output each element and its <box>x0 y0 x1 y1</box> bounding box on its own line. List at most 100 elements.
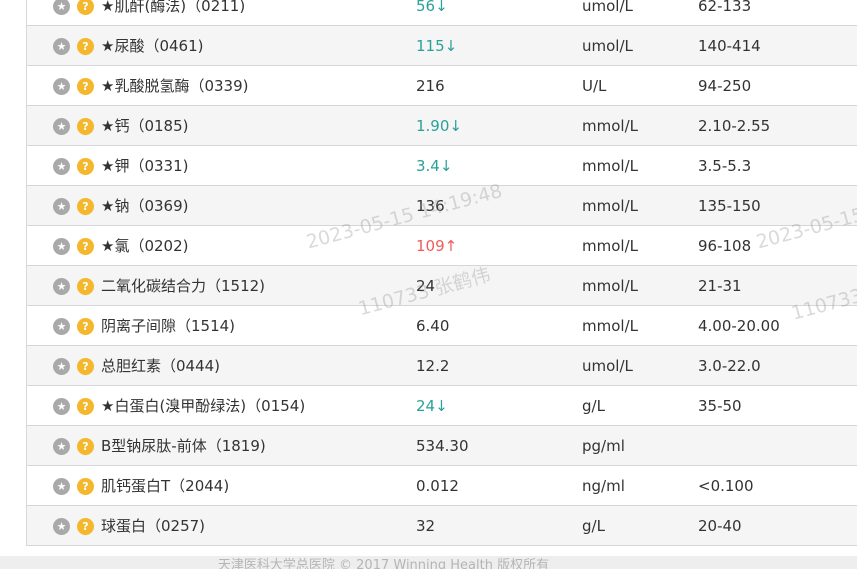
test-unit: mmol/L <box>582 277 638 295</box>
test-result: 32 <box>416 517 436 535</box>
lab-results-table: ★? ★肌酐(酶法)（0211) 56↓ umol/L 62-133 ★? ★尿酸（0461… <box>26 0 857 546</box>
reference-range: 35-50 <box>698 397 742 415</box>
table-row: ★? 阴离子间隙（1514) 6.40 mmol/L 4.00-20.00 <box>27 306 857 346</box>
test-name: ★白蛋白(溴甲酚绿法)（0154) <box>101 397 306 415</box>
test-unit: pg/ml <box>582 437 625 455</box>
help-icon[interactable]: ? <box>77 318 94 335</box>
test-result: 109↑ <box>416 237 458 255</box>
help-icon[interactable]: ? <box>77 38 94 55</box>
table-row: ★? ★尿酸（0461) 115↓ umol/L 140-414 <box>27 26 857 66</box>
test-result: 24↓ <box>416 397 448 415</box>
test-result: 3.4↓ <box>416 157 453 175</box>
help-icon[interactable]: ? <box>77 358 94 375</box>
reference-range: 96-108 <box>698 237 752 255</box>
favorite-star-icon[interactable]: ★ <box>53 0 70 15</box>
favorite-star-icon[interactable]: ★ <box>53 238 70 255</box>
favorite-star-icon[interactable]: ★ <box>53 358 70 375</box>
footer: 天津医科大学总医院 © 2017 Winning Health 版权所有 <box>0 556 857 569</box>
footer-copyright: 天津医科大学总医院 © 2017 Winning Health 版权所有 <box>217 558 550 569</box>
favorite-star-icon[interactable]: ★ <box>53 478 70 495</box>
table-row: ★? ★钾（0331) 3.4↓ mmol/L 3.5-5.3 <box>27 146 857 186</box>
reference-range: 94-250 <box>698 77 752 95</box>
reference-range: 4.00-20.00 <box>698 317 780 335</box>
table-row: ★? 二氧化碳结合力（1512) 24 mmol/L 21-31 <box>27 266 857 306</box>
test-unit: umol/L <box>582 37 633 55</box>
favorite-star-icon[interactable]: ★ <box>53 278 70 295</box>
favorite-star-icon[interactable]: ★ <box>53 38 70 55</box>
test-unit: mmol/L <box>582 117 638 135</box>
test-name: B型钠尿肽-前体（1819) <box>101 437 266 455</box>
help-icon[interactable]: ? <box>77 438 94 455</box>
help-icon[interactable]: ? <box>77 238 94 255</box>
test-result: 115↓ <box>416 37 458 55</box>
help-icon[interactable]: ? <box>77 398 94 415</box>
test-name: 阴离子间隙（1514) <box>101 317 236 335</box>
test-name: ★氯（0202) <box>101 237 189 255</box>
test-unit: umol/L <box>582 0 633 15</box>
test-unit: umol/L <box>582 357 633 375</box>
help-icon[interactable]: ? <box>77 78 94 95</box>
reference-range: 62-133 <box>698 0 752 15</box>
help-icon[interactable]: ? <box>77 478 94 495</box>
table-row: ★? ★白蛋白(溴甲酚绿法)（0154) 24↓ g/L 35-50 <box>27 386 857 426</box>
test-result: 136 <box>416 197 445 215</box>
test-result: 24 <box>416 277 436 295</box>
test-result: 56↓ <box>416 0 448 15</box>
table-row: ★? 总胆红素（0444) 12.2 umol/L 3.0-22.0 <box>27 346 857 386</box>
test-name: 肌钙蛋白T（2044) <box>101 477 230 495</box>
test-unit: g/L <box>582 517 605 535</box>
test-name: 球蛋白（0257) <box>101 517 206 535</box>
reference-range: 2.10-2.55 <box>698 117 771 135</box>
favorite-star-icon[interactable]: ★ <box>53 518 70 535</box>
test-name: 总胆红素（0444) <box>101 357 221 375</box>
test-result: 6.40 <box>416 317 450 335</box>
test-result: 216 <box>416 77 445 95</box>
test-name: 二氧化碳结合力（1512) <box>101 277 266 295</box>
test-name: ★尿酸（0461) <box>101 37 204 55</box>
test-unit: mmol/L <box>582 317 638 335</box>
reference-range: 21-31 <box>698 277 742 295</box>
reference-range: 3.5-5.3 <box>698 157 752 175</box>
test-name: ★乳酸脱氢酶（0339) <box>101 77 249 95</box>
lab-results-page: ★? ★肌酐(酶法)（0211) 56↓ umol/L 62-133 ★? ★尿酸（0461… <box>0 0 857 569</box>
reference-range: 135-150 <box>698 197 761 215</box>
table-row: ★? ★钠（0369) 136 mmol/L 135-150 <box>27 186 857 226</box>
test-unit: g/L <box>582 397 605 415</box>
test-name: ★钙（0185) <box>101 117 189 135</box>
reference-range: 140-414 <box>698 37 761 55</box>
test-unit: mmol/L <box>582 157 638 175</box>
test-name: ★钾（0331) <box>101 157 189 175</box>
favorite-star-icon[interactable]: ★ <box>53 198 70 215</box>
table-row: ★? 球蛋白（0257) 32 g/L 20-40 <box>27 506 857 546</box>
test-name: ★肌酐(酶法)（0211) <box>101 0 246 15</box>
help-icon[interactable]: ? <box>77 278 94 295</box>
table-row: ★? ★乳酸脱氢酶（0339) 216 U/L 94-250 <box>27 66 857 106</box>
table-row: ★? 肌钙蛋白T（2044) 0.012 ng/ml <0.100 <box>27 466 857 506</box>
test-result: 0.012 <box>416 477 459 495</box>
test-unit: ng/ml <box>582 477 625 495</box>
help-icon[interactable]: ? <box>77 158 94 175</box>
test-unit: mmol/L <box>582 197 638 215</box>
favorite-star-icon[interactable]: ★ <box>53 318 70 335</box>
favorite-star-icon[interactable]: ★ <box>53 438 70 455</box>
table-row: ★? ★钙（0185) 1.90↓ mmol/L 2.10-2.55 <box>27 106 857 146</box>
help-icon[interactable]: ? <box>77 198 94 215</box>
reference-range: 3.0-22.0 <box>698 357 761 375</box>
favorite-star-icon[interactable]: ★ <box>53 118 70 135</box>
test-unit: mmol/L <box>582 237 638 255</box>
help-icon[interactable]: ? <box>77 0 94 15</box>
help-icon[interactable]: ? <box>77 118 94 135</box>
favorite-star-icon[interactable]: ★ <box>53 78 70 95</box>
test-result: 534.30 <box>416 437 469 455</box>
table-row: ★? B型钠尿肽-前体（1819) 534.30 pg/ml <box>27 426 857 466</box>
test-result: 1.90↓ <box>416 117 462 135</box>
help-icon[interactable]: ? <box>77 518 94 535</box>
favorite-star-icon[interactable]: ★ <box>53 158 70 175</box>
test-result: 12.2 <box>416 357 450 375</box>
reference-range: 20-40 <box>698 517 742 535</box>
favorite-star-icon[interactable]: ★ <box>53 398 70 415</box>
reference-range: <0.100 <box>698 477 754 495</box>
table-row: ★? ★氯（0202) 109↑ mmol/L 96-108 <box>27 226 857 266</box>
test-unit: U/L <box>582 77 607 95</box>
table-row: ★? ★肌酐(酶法)（0211) 56↓ umol/L 62-133 <box>27 0 857 26</box>
